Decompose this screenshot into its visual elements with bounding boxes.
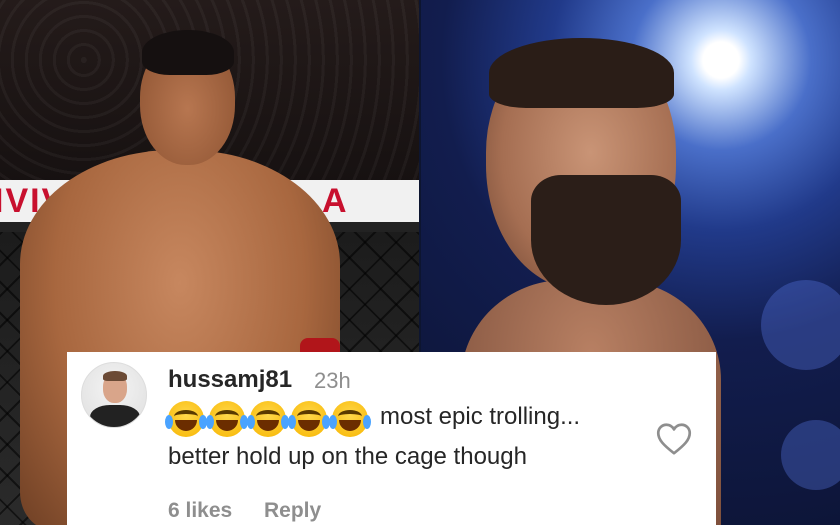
likes-count[interactable]: 6 likes xyxy=(168,499,232,523)
tears-of-joy-emoji xyxy=(165,401,207,437)
tears-of-joy-emoji xyxy=(329,401,371,437)
bokeh-light xyxy=(781,420,840,490)
fighter-beard xyxy=(531,175,681,305)
heart-outline-icon[interactable] xyxy=(656,422,692,456)
reply-button[interactable]: Reply xyxy=(264,499,321,523)
tears-of-joy-emoji xyxy=(247,401,289,437)
avatar[interactable] xyxy=(81,362,147,428)
comment-timestamp: 23h xyxy=(314,368,351,393)
tears-of-joy-emoji xyxy=(288,401,330,437)
comment-text-line2: better hold up on the cage though xyxy=(168,443,527,470)
avatar-hair xyxy=(103,371,127,381)
bokeh-light xyxy=(761,280,840,370)
comment-text-line1: most epic trolling... xyxy=(380,403,581,430)
fighter-hair xyxy=(489,38,674,108)
instagram-comment: hussamj81 23h most epic trolling... bett… xyxy=(67,352,716,525)
avatar-shirt xyxy=(90,405,140,427)
tears-of-joy-emoji xyxy=(206,401,248,437)
emoji-row xyxy=(165,401,371,437)
comment-username[interactable]: hussamj81 xyxy=(168,366,292,394)
cage-sign-text-right: A xyxy=(322,182,349,220)
fighter-hair xyxy=(142,30,234,75)
